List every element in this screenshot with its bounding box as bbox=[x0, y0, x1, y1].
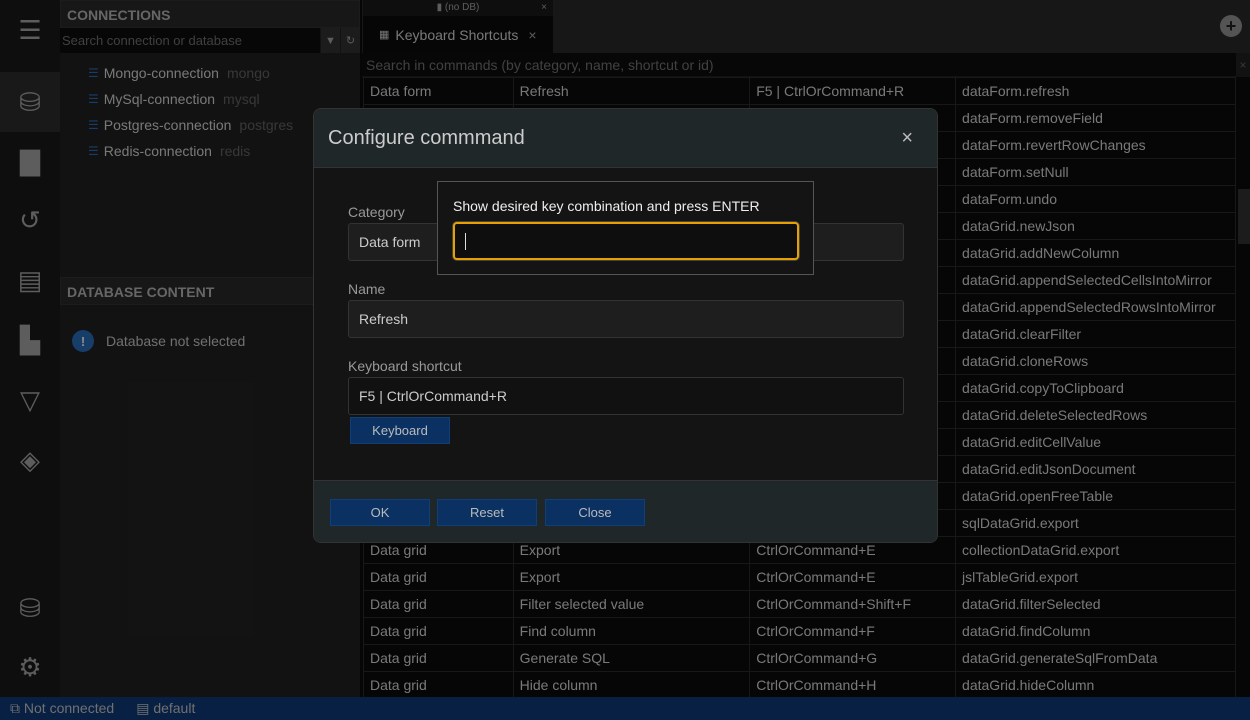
shortcut-field[interactable]: F5 | CtrlOrCommand+R bbox=[348, 377, 904, 415]
category-label: Category bbox=[348, 204, 405, 220]
close-button[interactable]: Close bbox=[545, 499, 645, 526]
key-combination-input[interactable] bbox=[453, 222, 799, 260]
close-icon[interactable]: × bbox=[901, 127, 923, 150]
reset-button[interactable]: Reset bbox=[437, 499, 537, 526]
dialog-title: Configure commmand bbox=[328, 126, 525, 149]
key-prompt: Show desired key combination and press E… bbox=[453, 198, 760, 214]
keyboard-button[interactable]: Keyboard bbox=[350, 417, 450, 444]
key-combination-popup: Show desired key combination and press E… bbox=[437, 181, 814, 275]
shortcut-label: Keyboard shortcut bbox=[348, 358, 462, 374]
name-field[interactable]: Refresh bbox=[348, 300, 904, 338]
ok-button[interactable]: OK bbox=[330, 499, 430, 526]
configure-command-dialog: Configure commmand × Category Data form N… bbox=[313, 108, 938, 543]
name-label: Name bbox=[348, 281, 386, 297]
